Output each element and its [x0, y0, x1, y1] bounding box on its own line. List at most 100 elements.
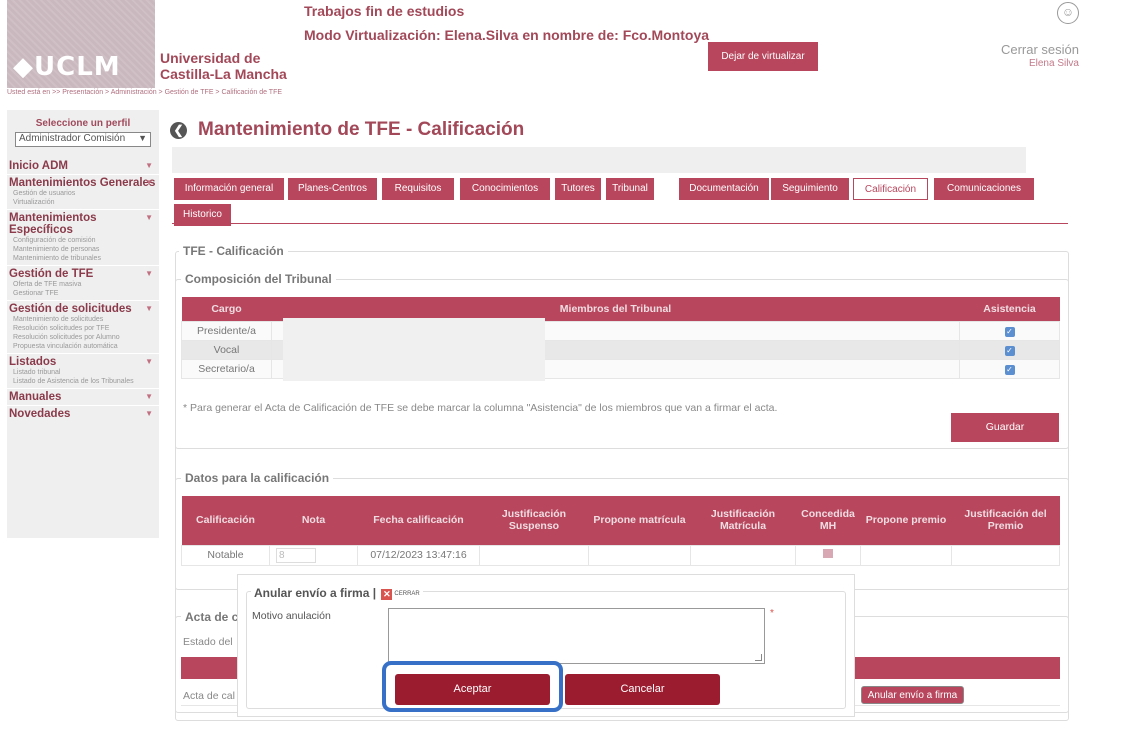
accept-highlight: [382, 661, 563, 712]
sidebar-section[interactable]: Mantenimientos Específicos ▼: [7, 212, 159, 236]
th-asistencia: Asistencia: [959, 297, 1060, 321]
sidebar-section[interactable]: Gestión de solicitudes ▼: [7, 303, 159, 315]
datos-header-cell: Fecha calificación: [357, 496, 480, 545]
required-mark: *: [770, 608, 774, 619]
tab-item[interactable]: Planes-Centros: [288, 178, 377, 200]
uclm-logo[interactable]: ◆UCLM: [7, 0, 155, 88]
datos-header-cell: Calificación: [181, 496, 270, 545]
sidebar-section[interactable]: Mantenimientos Generales ▼: [7, 177, 159, 189]
app-title: Trabajos fin de estudios: [304, 3, 465, 19]
profile-select[interactable]: Administrador Comisión ▼: [15, 132, 151, 147]
anular-envio-button[interactable]: Anular envío a firma: [861, 686, 964, 704]
menu-separator: [7, 265, 159, 266]
logout[interactable]: Cerrar sesión Elena Silva: [1001, 43, 1079, 71]
breadcrumb: Usted está en >> Presentación > Administ…: [7, 89, 283, 96]
sidebar-item[interactable]: Mantenimiento de solicitudes: [7, 315, 159, 324]
chevron-down-icon: ▼: [138, 133, 147, 143]
tab-item[interactable]: Conocimientos: [460, 178, 550, 200]
sidebar-section-title: Manuales: [9, 391, 62, 403]
profile-label: Seleccione un perfil: [35, 118, 131, 129]
checkbox-checked-icon[interactable]: ✓: [1004, 364, 1015, 375]
asistencia-cell[interactable]: ✓: [959, 320, 1060, 341]
mh-checkbox-icon[interactable]: [823, 549, 833, 558]
sidebar-item[interactable]: Listado de Asistencia de los Tribunales: [7, 377, 159, 386]
sidebar-section-title: Mantenimientos Específicos: [9, 212, 97, 236]
sidebar-item[interactable]: Listado tribunal: [7, 368, 159, 377]
menu-separator: [7, 353, 159, 354]
header: ◆UCLM Universidad de Castilla-La Mancha …: [7, 0, 1129, 88]
close-icon[interactable]: ✕: [381, 589, 393, 600]
propone-premio-cell: [860, 544, 952, 566]
datos-header-cell: Propone premio: [860, 496, 952, 545]
datos-header-row: Calificación Nota Fecha calificación Justif…: [181, 496, 1060, 545]
tribunal-legend: Composición del Tribunal: [181, 272, 336, 286]
sidebar-section[interactable]: Inicio ADM ▼: [7, 160, 159, 172]
sidebar-item[interactable]: Gestionar TFE: [7, 289, 159, 298]
sidebar-section[interactable]: Listados ▼: [7, 356, 159, 368]
chevron-down-icon: ▼: [145, 161, 153, 170]
sidebar-item[interactable]: Resolución solicitudes por Alumno: [7, 333, 159, 342]
justificacion-premio-cell: [951, 544, 1060, 566]
sidebar-section[interactable]: Manuales ▼: [7, 391, 159, 403]
tab-divider: [172, 223, 1068, 224]
asistencia-cell[interactable]: ✓: [959, 358, 1060, 379]
datos-table: Calificación Nota Fecha calificación Justif…: [181, 496, 1060, 566]
tab-item[interactable]: Calificación: [853, 178, 928, 200]
tab-item[interactable]: Comunicaciones: [934, 178, 1034, 200]
acta-legend: Acta de c: [181, 610, 243, 624]
checkbox-checked-icon[interactable]: ✓: [1004, 326, 1015, 337]
user-icon[interactable]: ☺: [1057, 2, 1079, 24]
sidebar-item[interactable]: Resolución solicitudes por TFE: [7, 324, 159, 333]
devirtualize-button[interactable]: Dejar de virtualizar: [708, 42, 818, 71]
attendance-note: * Para generar el Acta de Calificación d…: [183, 402, 778, 414]
cargo-cell: Secretario/a: [181, 358, 272, 379]
asistencia-cell[interactable]: ✓: [959, 339, 1060, 360]
tab-item[interactable]: Seguimiento: [771, 178, 849, 200]
acta-estado: Estado del: [183, 636, 233, 648]
virtualization-mode: Modo Virtualización: Elena.Silva en nomb…: [304, 27, 710, 43]
nota-input[interactable]: 8: [276, 547, 316, 563]
motivo-textarea[interactable]: [388, 608, 765, 664]
calificacion-legend: TFE - Calificación: [179, 244, 288, 258]
univ-line2: Castilla-La Mancha: [160, 66, 287, 82]
menu-separator: [7, 388, 159, 389]
sidebar-item[interactable]: Propuesta vinculación automática: [7, 342, 159, 351]
sidebar-item[interactable]: Oferta de TFE masiva: [7, 280, 159, 289]
university-name: Universidad de Castilla-La Mancha: [160, 50, 287, 82]
datos-header-cell: Justificación Suspenso: [479, 496, 589, 545]
acta-row-label: Acta de cal: [183, 690, 235, 702]
checkbox-checked-icon[interactable]: ✓: [1004, 345, 1015, 356]
univ-line1: Universidad de: [160, 50, 261, 66]
sidebar-item[interactable]: Mantenimiento de tribunales: [7, 254, 159, 263]
tab-item[interactable]: Tribunal: [606, 178, 654, 200]
datos-header-cell: Concedida MH: [795, 496, 861, 545]
mh-cell: [795, 544, 861, 566]
tab-item[interactable]: Información general: [174, 178, 284, 200]
datos-header-cell: Propone matrícula: [588, 496, 691, 545]
table-row: Notable 8 07/12/2023 13:47:16: [181, 544, 1060, 566]
close-label[interactable]: CERRAR: [394, 591, 419, 597]
chevron-down-icon: ▼: [145, 304, 153, 313]
menu-separator: [7, 405, 159, 406]
save-button[interactable]: Guardar: [951, 413, 1059, 442]
sidebar-item[interactable]: Gestión de usuarios: [7, 189, 159, 198]
sidebar-item[interactable]: Mantenimiento de personas: [7, 245, 159, 254]
menu-separator: [7, 174, 159, 175]
calificacion-cell: Notable: [181, 544, 270, 566]
sidebar-section-title: Inicio ADM: [9, 160, 68, 172]
datos-header-cell: Justificación Matrícula: [690, 496, 796, 545]
cancel-button[interactable]: Cancelar: [565, 674, 720, 705]
back-arrow-icon[interactable]: ❮: [170, 122, 187, 139]
sidebar-item[interactable]: Configuración de comisión: [7, 236, 159, 245]
info-bar: [172, 147, 1026, 173]
logout-link[interactable]: Cerrar sesión: [1001, 43, 1079, 57]
cargo-cell: Vocal: [181, 339, 272, 360]
tab-item[interactable]: Requisitos: [382, 178, 454, 200]
sidebar-item[interactable]: Virtualización: [7, 198, 159, 207]
user-name: Elena Silva: [1028, 58, 1079, 69]
sidebar-section[interactable]: Gestión de TFE ▼: [7, 268, 159, 280]
tab-item[interactable]: Tutores: [555, 178, 601, 200]
fecha-cell: 07/12/2023 13:47:16: [357, 544, 480, 566]
tab-item[interactable]: Documentación: [679, 178, 769, 200]
sidebar-section[interactable]: Novedades ▼: [7, 408, 159, 420]
